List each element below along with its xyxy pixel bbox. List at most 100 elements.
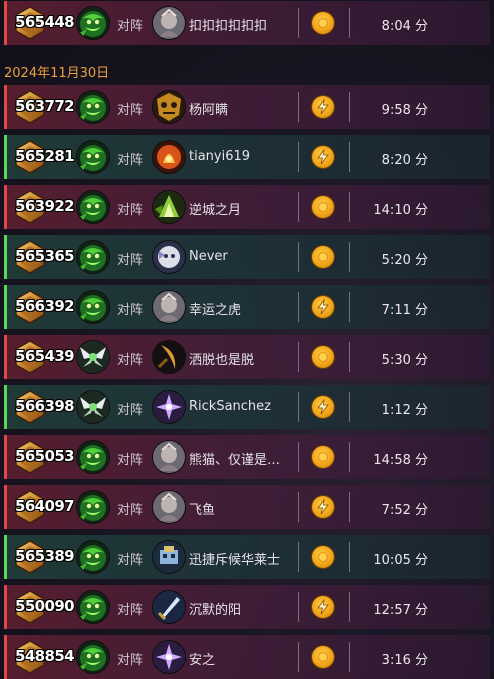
match-duration: 5:20 分 [381, 253, 428, 268]
rating-value: 566392 [15, 297, 75, 315]
green-monster-hero-icon [77, 491, 109, 523]
match-duration: 14:10 分 [373, 203, 428, 218]
rating-value: 563922 [15, 197, 75, 215]
rating-value: 565389 [15, 547, 75, 565]
vs-label: 对阵 [117, 303, 144, 318]
opponent-name: 熊猫、仅谨是… [189, 453, 281, 468]
grey-warrior-opponent-icon [153, 491, 185, 523]
divider [349, 242, 350, 272]
green-monster-hero-icon [77, 191, 109, 223]
coin-mode-icon [312, 546, 334, 568]
match-duration: 7:52 分 [381, 503, 428, 518]
rating-value: 566398 [15, 397, 75, 415]
vs-label: 对阵 [117, 553, 144, 568]
match-row[interactable]: 564097 对阵 飞鱼 7:52 分 [4, 485, 490, 529]
divider [349, 342, 350, 372]
coin-mode-icon [312, 346, 334, 368]
rating-value: 565053 [15, 447, 75, 465]
rating-value: 563772 [15, 97, 75, 115]
vs-label: 对阵 [117, 103, 144, 118]
opponent-name: tianyi619 [189, 149, 251, 164]
green-monster-hero-icon [77, 591, 109, 623]
lightning-mode-icon [312, 96, 334, 118]
opponent-name: 逆城之月 [189, 203, 242, 218]
divider [349, 592, 350, 622]
match-row[interactable]: 563922 对阵 逆城之月 14:10 分 [4, 185, 490, 229]
vs-label: 对阵 [117, 19, 144, 34]
match-duration: 8:20 分 [381, 153, 428, 168]
match-row[interactable]: 565439 对阵 洒脱也是脱 5:30 分 [4, 335, 490, 379]
rating-value: 565281 [15, 147, 75, 165]
match-duration: 1:12 分 [381, 403, 428, 418]
vs-label: 对阵 [117, 503, 144, 518]
match-row[interactable]: 565389 对阵 迅捷斥候华莱士 10:05 分 [4, 535, 490, 579]
match-row[interactable]: 565053 对阵 熊猫、仅谨是… 14:58 分 [4, 435, 490, 479]
divider [349, 292, 350, 322]
match-row[interactable]: 563772 对阵 杨阿瞒 9:58 分 [4, 85, 490, 129]
divider [298, 242, 299, 272]
divider [298, 492, 299, 522]
divider [349, 192, 350, 222]
coin-mode-icon [312, 196, 334, 218]
match-row[interactable]: 566398 对阵 RickSanchez 1:12 分 [4, 385, 490, 429]
vs-label: 对阵 [117, 153, 144, 168]
grey-warrior-opponent-icon [153, 291, 185, 323]
opponent-name: 迅捷斥候华莱士 [189, 553, 281, 568]
lightning-mode-icon [312, 296, 334, 318]
lightning-mode-icon [312, 396, 334, 418]
match-row[interactable]: 565448 对阵 扣扣扣扣扣扣 8:04 分 [4, 1, 490, 45]
rating-value: 565448 [15, 13, 75, 31]
divider [298, 92, 299, 122]
match-row[interactable]: 566392 对阵 幸运之虎 7:11 分 [4, 285, 490, 329]
match-duration: 9:58 分 [381, 103, 428, 118]
green-monster-hero-icon [77, 141, 109, 173]
divider [298, 392, 299, 422]
gold-mask-opponent-icon [153, 91, 185, 123]
divider [349, 92, 350, 122]
coin-mode-icon [312, 12, 334, 34]
match-duration: 10:05 分 [373, 553, 428, 568]
coin-mode-icon [312, 446, 334, 468]
white-beast-opponent-icon [153, 241, 185, 273]
green-monster-hero-icon [77, 541, 109, 573]
match-duration: 14:58 分 [373, 453, 428, 468]
grey-warrior-opponent-icon [153, 7, 185, 39]
green-monster-hero-icon [77, 291, 109, 323]
lightning-mode-icon [312, 596, 334, 618]
blue-sword-opponent-icon [153, 591, 185, 623]
opponent-name: 安之 [189, 653, 216, 668]
dark-blade-opponent-icon [153, 341, 185, 373]
match-row[interactable]: 565281 对阵 tianyi619 8:20 分 [4, 135, 490, 179]
rating-value: 548854 [15, 647, 75, 665]
match-row[interactable]: 550090 对阵 沉默的阳 12:57 分 [4, 585, 490, 629]
white-wings-hero-icon [77, 391, 109, 423]
purple-star-opponent-icon [153, 641, 185, 673]
rating-value: 565439 [15, 347, 75, 365]
green-monster-hero-icon [77, 7, 109, 39]
divider [298, 292, 299, 322]
green-monster-hero-icon [77, 91, 109, 123]
vs-label: 对阵 [117, 253, 144, 268]
divider [349, 8, 350, 38]
purple-star-opponent-icon [153, 391, 185, 423]
divider [349, 542, 350, 572]
green-crystal-opponent-icon [153, 191, 185, 223]
opponent-name: 幸运之虎 [189, 303, 242, 318]
coin-mode-icon [312, 246, 334, 268]
opponent-name: RickSanchez [189, 399, 271, 414]
match-duration: 5:30 分 [381, 353, 428, 368]
green-monster-hero-icon [77, 441, 109, 473]
divider [298, 642, 299, 672]
divider [298, 442, 299, 472]
vs-label: 对阵 [117, 403, 144, 418]
white-wings-hero-icon [77, 341, 109, 373]
divider [298, 592, 299, 622]
match-row[interactable]: 548854 对阵 安之 3:16 分 [4, 635, 490, 679]
rating-value: 550090 [15, 597, 75, 615]
vs-label: 对阵 [117, 203, 144, 218]
divider [349, 142, 350, 172]
vs-label: 对阵 [117, 353, 144, 368]
match-row[interactable]: 565365 对阵 Never 5:20 分 [4, 235, 490, 279]
opponent-name: 洒脱也是脱 [189, 353, 255, 368]
match-duration: 12:57 分 [373, 603, 428, 618]
